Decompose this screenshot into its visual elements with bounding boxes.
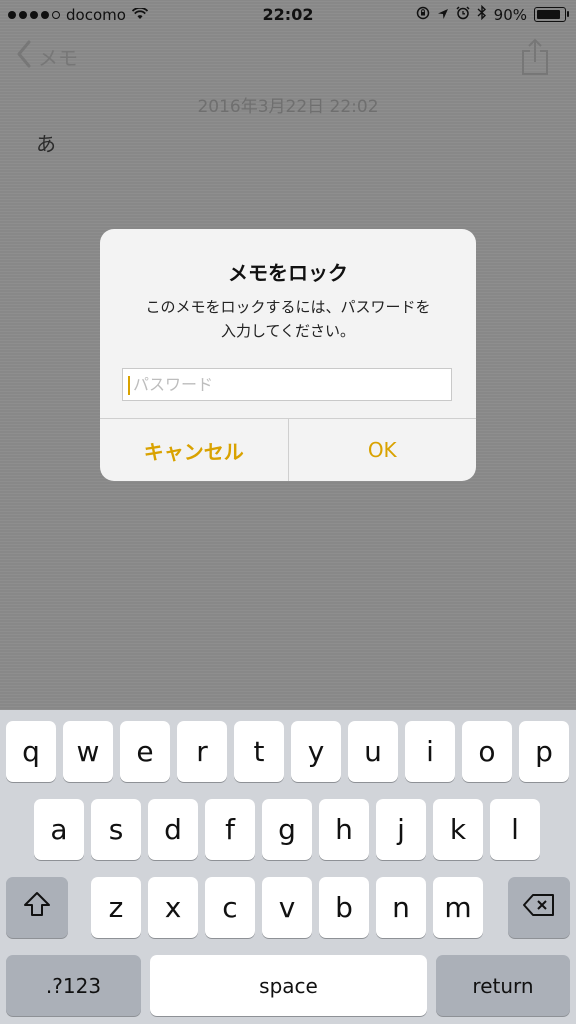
text-cursor (128, 376, 130, 395)
key-d[interactable]: d (148, 799, 198, 860)
key-c[interactable]: c (205, 877, 255, 938)
battery-percent: 90% (493, 5, 527, 24)
chevron-left-icon (16, 40, 32, 73)
lock-note-dialog: メモをロック このメモをロックするには、パスワードを 入力してください。 キャン… (100, 229, 476, 481)
key-w[interactable]: w (63, 721, 113, 782)
key-x[interactable]: x (148, 877, 198, 938)
screen: docomo 22:02 90% メモ 2016年3月22日 22:02 あ メ… (0, 0, 576, 1024)
key-y[interactable]: y (291, 721, 341, 782)
key-j[interactable]: j (376, 799, 426, 860)
key-u[interactable]: u (348, 721, 398, 782)
key-n[interactable]: n (376, 877, 426, 938)
key-b[interactable]: b (319, 877, 369, 938)
alarm-icon (456, 5, 470, 24)
note-date: 2016年3月22日 22:02 (197, 97, 379, 117)
space-key[interactable]: space (150, 955, 427, 1016)
status-bar: docomo 22:02 90% (0, 0, 576, 30)
key-z[interactable]: z (91, 877, 141, 938)
battery-icon (534, 7, 569, 22)
note-body[interactable]: あ (36, 128, 56, 157)
key-a[interactable]: a (34, 799, 84, 860)
shift-icon (23, 891, 51, 924)
key-q[interactable]: q (6, 721, 56, 782)
bluetooth-icon (477, 4, 487, 24)
ok-button[interactable]: OK (289, 419, 477, 481)
location-icon (437, 6, 449, 24)
keyboard: q w e r t y u i o p a s d f g h j k l z … (0, 710, 576, 1024)
navigation-bar: メモ (0, 32, 576, 84)
return-key[interactable]: return (436, 955, 570, 1016)
key-r[interactable]: r (177, 721, 227, 782)
status-right: 90% (416, 4, 569, 24)
key-m[interactable]: m (433, 877, 483, 938)
password-input[interactable] (123, 369, 461, 400)
key-p[interactable]: p (519, 721, 569, 782)
dialog-message: このメモをロックするには、パスワードを 入力してください。 (120, 295, 456, 343)
rotation-lock-icon (416, 6, 430, 24)
share-icon (520, 38, 550, 80)
key-s[interactable]: s (91, 799, 141, 860)
dialog-title: メモをロック (228, 261, 348, 285)
numbers-key[interactable]: .?123 (6, 955, 141, 1016)
key-o[interactable]: o (462, 721, 512, 782)
backspace-key[interactable] (508, 877, 570, 938)
password-field[interactable] (122, 368, 461, 401)
key-e[interactable]: e (120, 721, 170, 782)
back-label: メモ (38, 46, 78, 70)
cancel-button[interactable]: キャンセル (100, 419, 289, 481)
dialog-message-line2: 入力してください。 (220, 322, 356, 340)
shift-key[interactable] (6, 877, 68, 938)
key-g[interactable]: g (262, 799, 312, 860)
backspace-icon (522, 891, 556, 924)
dialog-actions: キャンセル OK (100, 418, 476, 481)
key-l[interactable]: l (490, 799, 540, 860)
key-k[interactable]: k (433, 799, 483, 860)
share-button[interactable] (520, 38, 550, 80)
key-h[interactable]: h (319, 799, 369, 860)
back-button[interactable]: メモ (16, 40, 78, 73)
key-t[interactable]: t (234, 721, 284, 782)
dialog-message-line1: このメモをロックするには、パスワードを (145, 298, 431, 316)
key-v[interactable]: v (262, 877, 312, 938)
key-i[interactable]: i (405, 721, 455, 782)
key-f[interactable]: f (205, 799, 255, 860)
